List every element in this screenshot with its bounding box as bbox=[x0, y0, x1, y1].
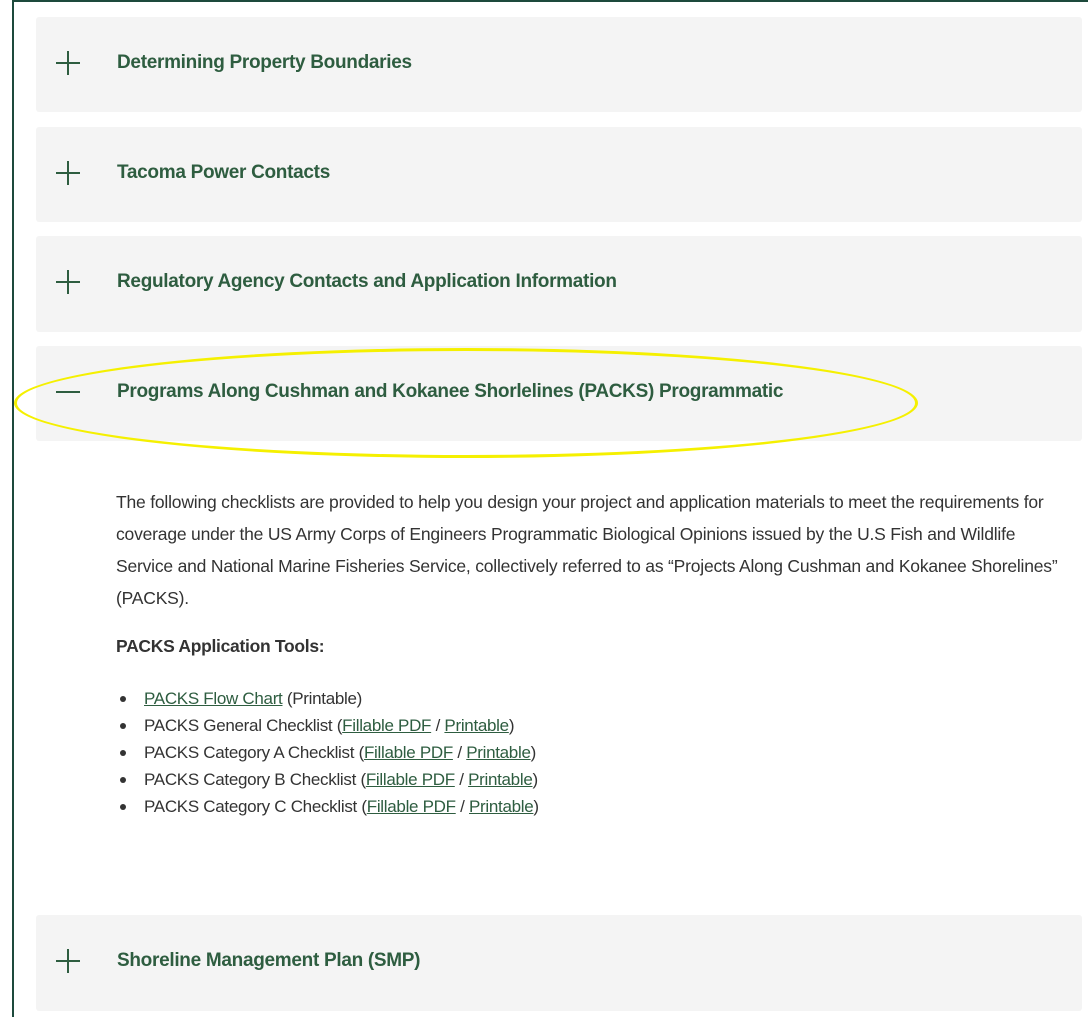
list-item-suffix: ) bbox=[532, 770, 538, 789]
category-b-printable-link[interactable]: Printable bbox=[468, 770, 533, 789]
accordion-item-tacoma-power-contacts[interactable]: Tacoma Power Contacts bbox=[36, 127, 1082, 222]
accordion-title[interactable]: Programs Along Cushman and Kokanee Shorl… bbox=[117, 381, 783, 403]
accordion-title[interactable]: Regulatory Agency Contacts and Applicati… bbox=[117, 271, 617, 293]
category-a-fillable-pdf-link[interactable]: Fillable PDF bbox=[364, 743, 453, 762]
list-item: PACKS Category A Checklist (Fillable PDF… bbox=[116, 739, 1066, 766]
packs-tools-heading: PACKS Application Tools: bbox=[116, 636, 325, 656]
plus-icon[interactable] bbox=[56, 270, 80, 294]
plus-icon[interactable] bbox=[56, 160, 80, 185]
link-separator: / bbox=[431, 716, 445, 735]
list-item-prefix: PACKS General Checklist ( bbox=[144, 716, 343, 735]
accordion-item-regulatory-agency-contacts[interactable]: Regulatory Agency Contacts and Applicati… bbox=[36, 236, 1082, 332]
list-item-suffix: (Printable) bbox=[282, 689, 363, 708]
list-item-suffix: ) bbox=[508, 716, 515, 735]
plus-icon[interactable] bbox=[56, 949, 80, 973]
accordion-title[interactable]: Tacoma Power Contacts bbox=[117, 162, 330, 184]
accordion-item-packs-programmatic[interactable]: Programs Along Cushman and Kokanee Shorl… bbox=[36, 346, 1082, 441]
general-fillable-pdf-link[interactable]: Fillable PDF bbox=[342, 716, 431, 735]
list-item: PACKS Flow Chart (Printable) bbox=[116, 685, 1066, 712]
category-b-fillable-pdf-link[interactable]: Fillable PDF bbox=[366, 770, 455, 789]
list-item: PACKS General Checklist (Fillable PDF / … bbox=[116, 712, 1066, 739]
packs-panel: The following checklists are provided to… bbox=[116, 486, 1066, 820]
category-a-printable-link[interactable]: Printable bbox=[466, 743, 531, 762]
plus-icon[interactable] bbox=[56, 50, 80, 75]
category-c-fillable-pdf-link[interactable]: Fillable PDF bbox=[367, 797, 456, 816]
list-item-prefix: PACKS Category C Checklist ( bbox=[144, 797, 367, 816]
category-c-printable-link[interactable]: Printable bbox=[469, 797, 534, 816]
link-separator: / bbox=[455, 797, 470, 816]
accordion-title[interactable]: Shoreline Management Plan (SMP) bbox=[117, 950, 421, 972]
list-item-suffix: ) bbox=[530, 743, 537, 762]
list-item: PACKS Category B Checklist (Fillable PDF… bbox=[116, 766, 1066, 793]
list-item-prefix: PACKS Category B Checklist ( bbox=[144, 770, 366, 789]
link-separator: / bbox=[452, 743, 467, 762]
list-item-prefix: PACKS Category A Checklist ( bbox=[144, 743, 364, 762]
packs-intro-paragraph: The following checklists are provided to… bbox=[116, 492, 1058, 608]
packs-tools-list: PACKS Flow Chart (Printable) PACKS Gener… bbox=[116, 685, 1066, 820]
minus-icon[interactable] bbox=[56, 380, 80, 404]
accordion-title[interactable]: Determining Property Boundaries bbox=[117, 52, 412, 74]
link-separator: / bbox=[454, 770, 469, 789]
accordion-item-property-boundaries[interactable]: Determining Property Boundaries bbox=[36, 17, 1082, 112]
accordion-item-shoreline-management-plan[interactable]: Shoreline Management Plan (SMP) bbox=[36, 915, 1082, 1011]
list-item: PACKS Category C Checklist (Fillable PDF… bbox=[116, 793, 1066, 820]
list-item-suffix: ) bbox=[533, 797, 539, 816]
packs-flow-chart-link[interactable]: PACKS Flow Chart bbox=[144, 689, 283, 708]
general-printable-link[interactable]: Printable bbox=[444, 716, 509, 735]
